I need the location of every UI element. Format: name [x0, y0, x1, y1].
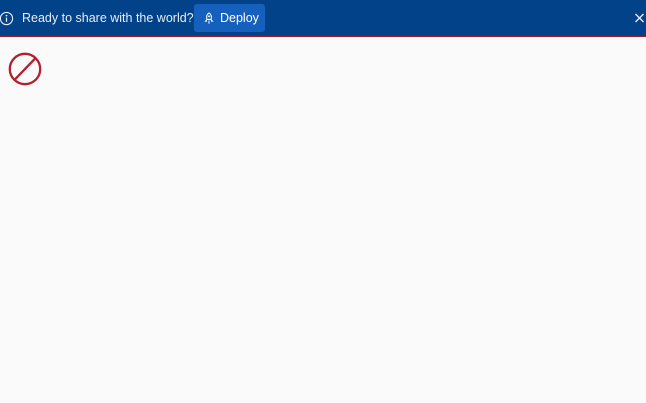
- info-circle-icon: [0, 11, 14, 26]
- deploy-button[interactable]: Deploy: [194, 4, 265, 32]
- deploy-banner: Ready to share with the world? Deploy: [0, 0, 646, 37]
- prohibited-icon: [8, 52, 42, 86]
- banner-message: Ready to share with the world?: [22, 11, 194, 25]
- close-icon[interactable]: [633, 11, 646, 25]
- deploy-button-label: Deploy: [220, 11, 259, 25]
- rocket-icon: [204, 11, 214, 24]
